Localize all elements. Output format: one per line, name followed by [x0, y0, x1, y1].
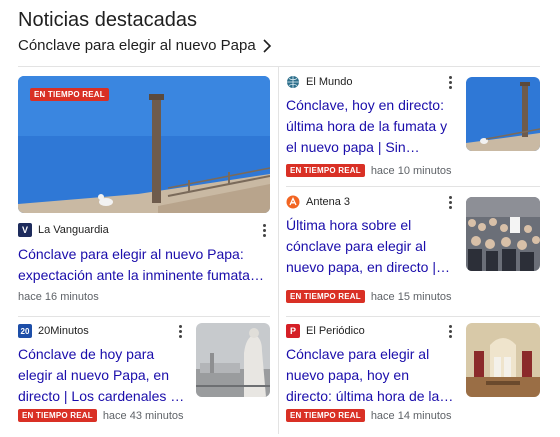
source-row: 20 20Minutos — [18, 323, 89, 339]
more-options-icon[interactable] — [444, 74, 456, 90]
more-options-icon[interactable] — [258, 222, 270, 238]
room-photo — [466, 323, 540, 397]
news-card-antena3[interactable]: Antena 3 Última hora sobre el cónclave p… — [286, 194, 540, 306]
thumbnail-image[interactable] — [466, 77, 540, 151]
live-badge: EN TIEMPO REAL — [286, 409, 365, 422]
headline-link[interactable]: Última hora sobre el cónclave para elegi… — [286, 215, 458, 278]
meta-row: EN TIEMPO REAL hace 15 minutos — [286, 290, 452, 303]
chimney-photo — [466, 77, 540, 151]
news-card-featured[interactable]: EN TIEMPO REAL V La Vanguardia Cónclave … — [18, 76, 270, 310]
source-row: Antena 3 — [286, 194, 350, 210]
divider — [18, 316, 270, 317]
source-name: 20Minutos — [38, 325, 89, 337]
divider — [18, 66, 540, 67]
thumbnail-image[interactable] — [466, 323, 540, 397]
news-card-20minutos[interactable]: 20 20Minutos Cónclave de hoy para elegir… — [18, 323, 270, 433]
meta-row: EN TIEMPO REAL hace 10 minutos — [286, 164, 452, 177]
meta-row: EN TIEMPO REAL hace 43 minutos — [18, 409, 184, 422]
source-row: V La Vanguardia — [18, 222, 109, 238]
20minutos-logo-icon: 20 — [18, 324, 32, 338]
statue-square-photo — [196, 323, 270, 397]
timestamp: hace 10 minutos — [370, 164, 452, 177]
thumbnail-image[interactable] — [466, 197, 540, 271]
source-row: El Mundo — [286, 74, 352, 90]
source-name: El Mundo — [306, 76, 353, 88]
timestamp: hace 16 minutos — [18, 291, 99, 303]
column-divider — [278, 66, 279, 434]
timestamp: hace 14 minutos — [370, 409, 452, 422]
la-vanguardia-logo-icon: V — [18, 223, 32, 237]
meta-row: EN TIEMPO REAL hace 14 minutos — [286, 409, 452, 422]
timestamp: hace 43 minutos — [102, 409, 184, 422]
crowd-photo — [466, 197, 540, 271]
more-options-icon[interactable] — [444, 323, 456, 339]
featured-image[interactable]: EN TIEMPO REAL — [18, 76, 270, 213]
more-options-icon[interactable] — [444, 194, 456, 210]
news-card-elmundo[interactable]: El Mundo Cónclave, hoy en directo: últim… — [286, 74, 540, 180]
timestamp: hace 15 minutos — [370, 290, 452, 303]
el-periodico-logo-icon: P — [286, 324, 300, 338]
live-badge: EN TIEMPO REAL — [30, 88, 109, 101]
headline-link[interactable]: Cónclave para elegir al nuevo Papa: expe… — [18, 244, 266, 286]
divider — [286, 186, 540, 187]
source-row: P El Periódico — [286, 323, 365, 339]
meta-row: hace 16 minutos — [18, 291, 99, 303]
live-badge: EN TIEMPO REAL — [286, 164, 365, 177]
antena3-logo-icon — [286, 195, 300, 209]
headline-link[interactable]: Cónclave para elegir al nuevo papa, hoy … — [286, 344, 458, 407]
source-name: Antena 3 — [306, 196, 351, 208]
headline-link[interactable]: Cónclave, hoy en directo: última hora de… — [286, 95, 458, 158]
more-options-icon[interactable] — [174, 323, 186, 339]
live-badge: EN TIEMPO REAL — [18, 409, 97, 422]
headline-link[interactable]: Cónclave de hoy para elegir al nuevo Pap… — [18, 344, 188, 407]
source-name: El Periódico — [306, 325, 365, 337]
live-badge: EN TIEMPO REAL — [286, 290, 365, 303]
thumbnail-image[interactable] — [196, 323, 270, 397]
topic-link[interactable]: Cónclave para elegir al nuevo Papa — [18, 37, 272, 54]
news-card-elperiodico[interactable]: P El Periódico Cónclave para elegir al n… — [286, 323, 540, 433]
section-title: Noticias destacadas — [18, 9, 197, 31]
topic-label: Cónclave para elegir al nuevo Papa — [18, 37, 256, 54]
chevron-right-icon — [263, 38, 271, 53]
globe-logo-icon — [287, 76, 299, 88]
divider — [286, 316, 540, 317]
source-name: La Vanguardia — [38, 224, 109, 236]
